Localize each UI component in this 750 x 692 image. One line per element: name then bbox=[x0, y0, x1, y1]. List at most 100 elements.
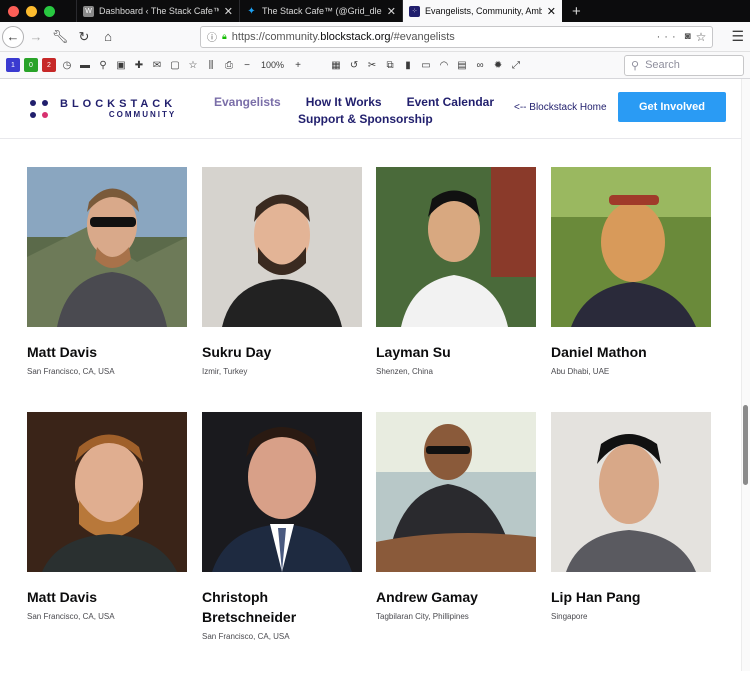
clock-icon[interactable]: ◷ bbox=[60, 58, 74, 72]
evangelist-location: Shenzen, China bbox=[376, 367, 433, 376]
wordpress-icon: W bbox=[83, 5, 94, 17]
reload-icon[interactable]: ↻ bbox=[72, 26, 96, 48]
menu-how-it-works[interactable]: How It Works bbox=[306, 95, 382, 109]
back-arrow-icon[interactable]: ← bbox=[2, 25, 24, 48]
evangelist-card[interactable]: Andrew Gamay Tagbilaran City, Phillipine… bbox=[376, 412, 536, 621]
url-suffix: /#evangelists bbox=[390, 30, 455, 43]
twitter-icon: ✦ bbox=[247, 5, 256, 17]
menu-event-calendar[interactable]: Event Calendar bbox=[407, 95, 494, 109]
close-tab-icon[interactable]: ✕ bbox=[387, 5, 396, 18]
evangelist-photo bbox=[202, 412, 362, 572]
evangelist-card[interactable]: Matt Davis San Francisco, CA, USA bbox=[27, 167, 187, 376]
browser-tab-bar: W Dashboard ‹ The Stack Cafe™ — ✕ ✦ The … bbox=[0, 0, 750, 22]
extension-badge-icon[interactable]: 0 bbox=[24, 58, 38, 72]
search-icon[interactable]: ⚲ bbox=[96, 58, 110, 72]
evangelist-location: Abu Dhabi, UAE bbox=[551, 367, 610, 376]
blockstack-logo[interactable]: BLOCKSTACK COMMUNITY bbox=[30, 98, 176, 119]
zoom-level[interactable]: 100% bbox=[258, 60, 287, 70]
url-domain: blockstack.org bbox=[320, 30, 391, 43]
logo-line-1: BLOCKSTACK bbox=[60, 98, 177, 110]
star-icon[interactable]: ☆ bbox=[186, 58, 200, 72]
evangelist-location: San Francisco, CA, USA bbox=[27, 367, 115, 376]
rss-icon[interactable]: ◠ bbox=[437, 58, 451, 72]
copy-icon[interactable]: ⧉ bbox=[383, 58, 397, 72]
url-text: https://community.blockstack.org/#evange… bbox=[232, 31, 652, 43]
tab-title: Dashboard ‹ The Stack Cafe™ — bbox=[99, 6, 219, 16]
screenshot-icon[interactable]: ▢ bbox=[168, 58, 182, 72]
evangelist-card[interactable]: Layman Su Shenzen, China bbox=[376, 167, 536, 376]
evangelist-card[interactable]: Lip Han Pang Singapore bbox=[551, 412, 711, 621]
evangelist-location: Izmir, Turkey bbox=[202, 367, 248, 376]
hat-icon[interactable]: ▬ bbox=[78, 58, 92, 72]
evangelist-photo bbox=[27, 167, 187, 327]
history-icon[interactable]: ↺ bbox=[347, 58, 361, 72]
zoom-in-icon[interactable]: + bbox=[291, 58, 305, 72]
page-scrollbar[interactable] bbox=[741, 79, 750, 671]
bookmark-star-icon[interactable]: ☆ bbox=[696, 30, 707, 44]
evangelist-location: Singapore bbox=[551, 612, 588, 621]
evangelist-card[interactable]: Sukru Day Izmir, Turkey bbox=[202, 167, 362, 376]
evangelist-card[interactable]: Christoph Bretschneider San Francisco, C… bbox=[202, 412, 362, 641]
cut-icon[interactable]: ✂ bbox=[365, 58, 379, 72]
scrollbar-thumb[interactable] bbox=[743, 405, 748, 485]
folder-icon[interactable]: ▭ bbox=[419, 58, 433, 72]
fullscreen-icon[interactable]: ⤢ bbox=[509, 58, 523, 72]
extensions-toolbar: 1 0 2 ◷ ▬ ⚲ ▣ ✚ ✉ ▢ ☆ ⫼ ⎙ − 100% + ▦ ↺ ✂… bbox=[0, 52, 750, 79]
zoom-out-icon[interactable]: − bbox=[240, 58, 254, 72]
info-icon[interactable]: ⓘ bbox=[207, 29, 217, 44]
menu-support-sponsorship[interactable]: Support & Sponsorship bbox=[298, 112, 433, 126]
evangelist-location: San Francisco, CA, USA bbox=[27, 612, 115, 621]
address-bar[interactable]: ⓘ 🔒︎ https://community.blockstack.org/#e… bbox=[200, 25, 714, 48]
close-window-button[interactable] bbox=[8, 5, 19, 17]
maximize-window-button[interactable] bbox=[44, 5, 55, 17]
forward-arrow-icon[interactable]: → bbox=[24, 26, 48, 48]
home-icon[interactable]: ⌂ bbox=[96, 26, 120, 48]
close-tab-icon[interactable]: ✕ bbox=[224, 5, 233, 18]
tab-dashboard[interactable]: W Dashboard ‹ The Stack Cafe™ — ✕ bbox=[76, 0, 239, 22]
evangelist-photo bbox=[376, 167, 536, 327]
new-tab-button[interactable]: + bbox=[562, 3, 581, 20]
tab-title: The Stack Cafe™ (@Grid_dles) bbox=[262, 6, 382, 16]
evangelist-photo bbox=[551, 167, 711, 327]
evangelist-name: Daniel Mathon bbox=[551, 344, 647, 360]
evangelist-name: Andrew Gamay bbox=[376, 589, 478, 605]
evangelist-photo bbox=[376, 412, 536, 572]
blockstack-home-link[interactable]: <-- Blockstack Home bbox=[514, 102, 607, 113]
evangelist-name: Sukru Day bbox=[202, 344, 272, 360]
puzzle-icon[interactable]: ✚ bbox=[132, 58, 146, 72]
pocket-icon[interactable]: ◙ bbox=[685, 31, 691, 42]
mask-icon[interactable]: ∞ bbox=[473, 58, 487, 72]
extension-badge-icon[interactable]: 2 bbox=[42, 58, 56, 72]
evangelist-card[interactable]: Matt Davis San Francisco, CA, USA bbox=[27, 412, 187, 621]
close-tab-icon[interactable]: ✕ bbox=[547, 5, 556, 18]
tab-evangelists[interactable]: ⁘ Evangelists, Community, Ambas ✕ bbox=[402, 0, 562, 22]
blockstack-icon: ⁘ bbox=[409, 5, 420, 17]
settings-icon[interactable]: ✹ bbox=[491, 58, 505, 72]
tab-title: Evangelists, Community, Ambas bbox=[425, 6, 542, 16]
browser-search-input[interactable]: ⚲ Search bbox=[624, 54, 744, 76]
logo-text: BLOCKSTACK COMMUNITY bbox=[60, 98, 176, 119]
wrench-icon[interactable]: 🔧︎ bbox=[48, 26, 72, 48]
extension-badge-icon[interactable]: 1 bbox=[6, 58, 20, 72]
tab-twitter[interactable]: ✦ The Stack Cafe™ (@Grid_dles) ✕ bbox=[239, 0, 402, 22]
lock-icon: 🔒︎ bbox=[222, 31, 227, 41]
mail-icon[interactable]: ✉ bbox=[150, 58, 164, 72]
paste-icon[interactable]: ▮ bbox=[401, 58, 415, 72]
evangelist-name: Layman Su bbox=[376, 344, 451, 360]
get-involved-button[interactable]: Get Involved bbox=[618, 92, 726, 122]
web-page: BLOCKSTACK COMMUNITY Evangelists How It … bbox=[0, 79, 750, 671]
menu-evangelists[interactable]: Evangelists bbox=[214, 95, 281, 109]
calendar-icon[interactable]: ▦ bbox=[329, 58, 343, 72]
navigation-bar: ← → 🔧︎ ↻ ⌂ ⓘ 🔒︎ https://community.blocks… bbox=[0, 22, 750, 52]
evangelist-card[interactable]: Daniel Mathon Abu Dhabi, UAE bbox=[551, 167, 711, 376]
search-placeholder: Search bbox=[645, 59, 680, 71]
print-icon[interactable]: ⎙ bbox=[222, 58, 236, 72]
notes-icon[interactable]: ▤ bbox=[455, 58, 469, 72]
minimize-window-button[interactable] bbox=[26, 5, 37, 17]
menu-icon[interactable]: ☰ bbox=[723, 28, 744, 45]
page-actions-icon[interactable]: ··· bbox=[657, 31, 680, 43]
reader-icon[interactable]: ▣ bbox=[114, 58, 128, 72]
url-prefix: https://community. bbox=[231, 30, 321, 43]
library-icon[interactable]: ⫼ bbox=[204, 58, 218, 72]
evangelist-photo bbox=[202, 167, 362, 327]
